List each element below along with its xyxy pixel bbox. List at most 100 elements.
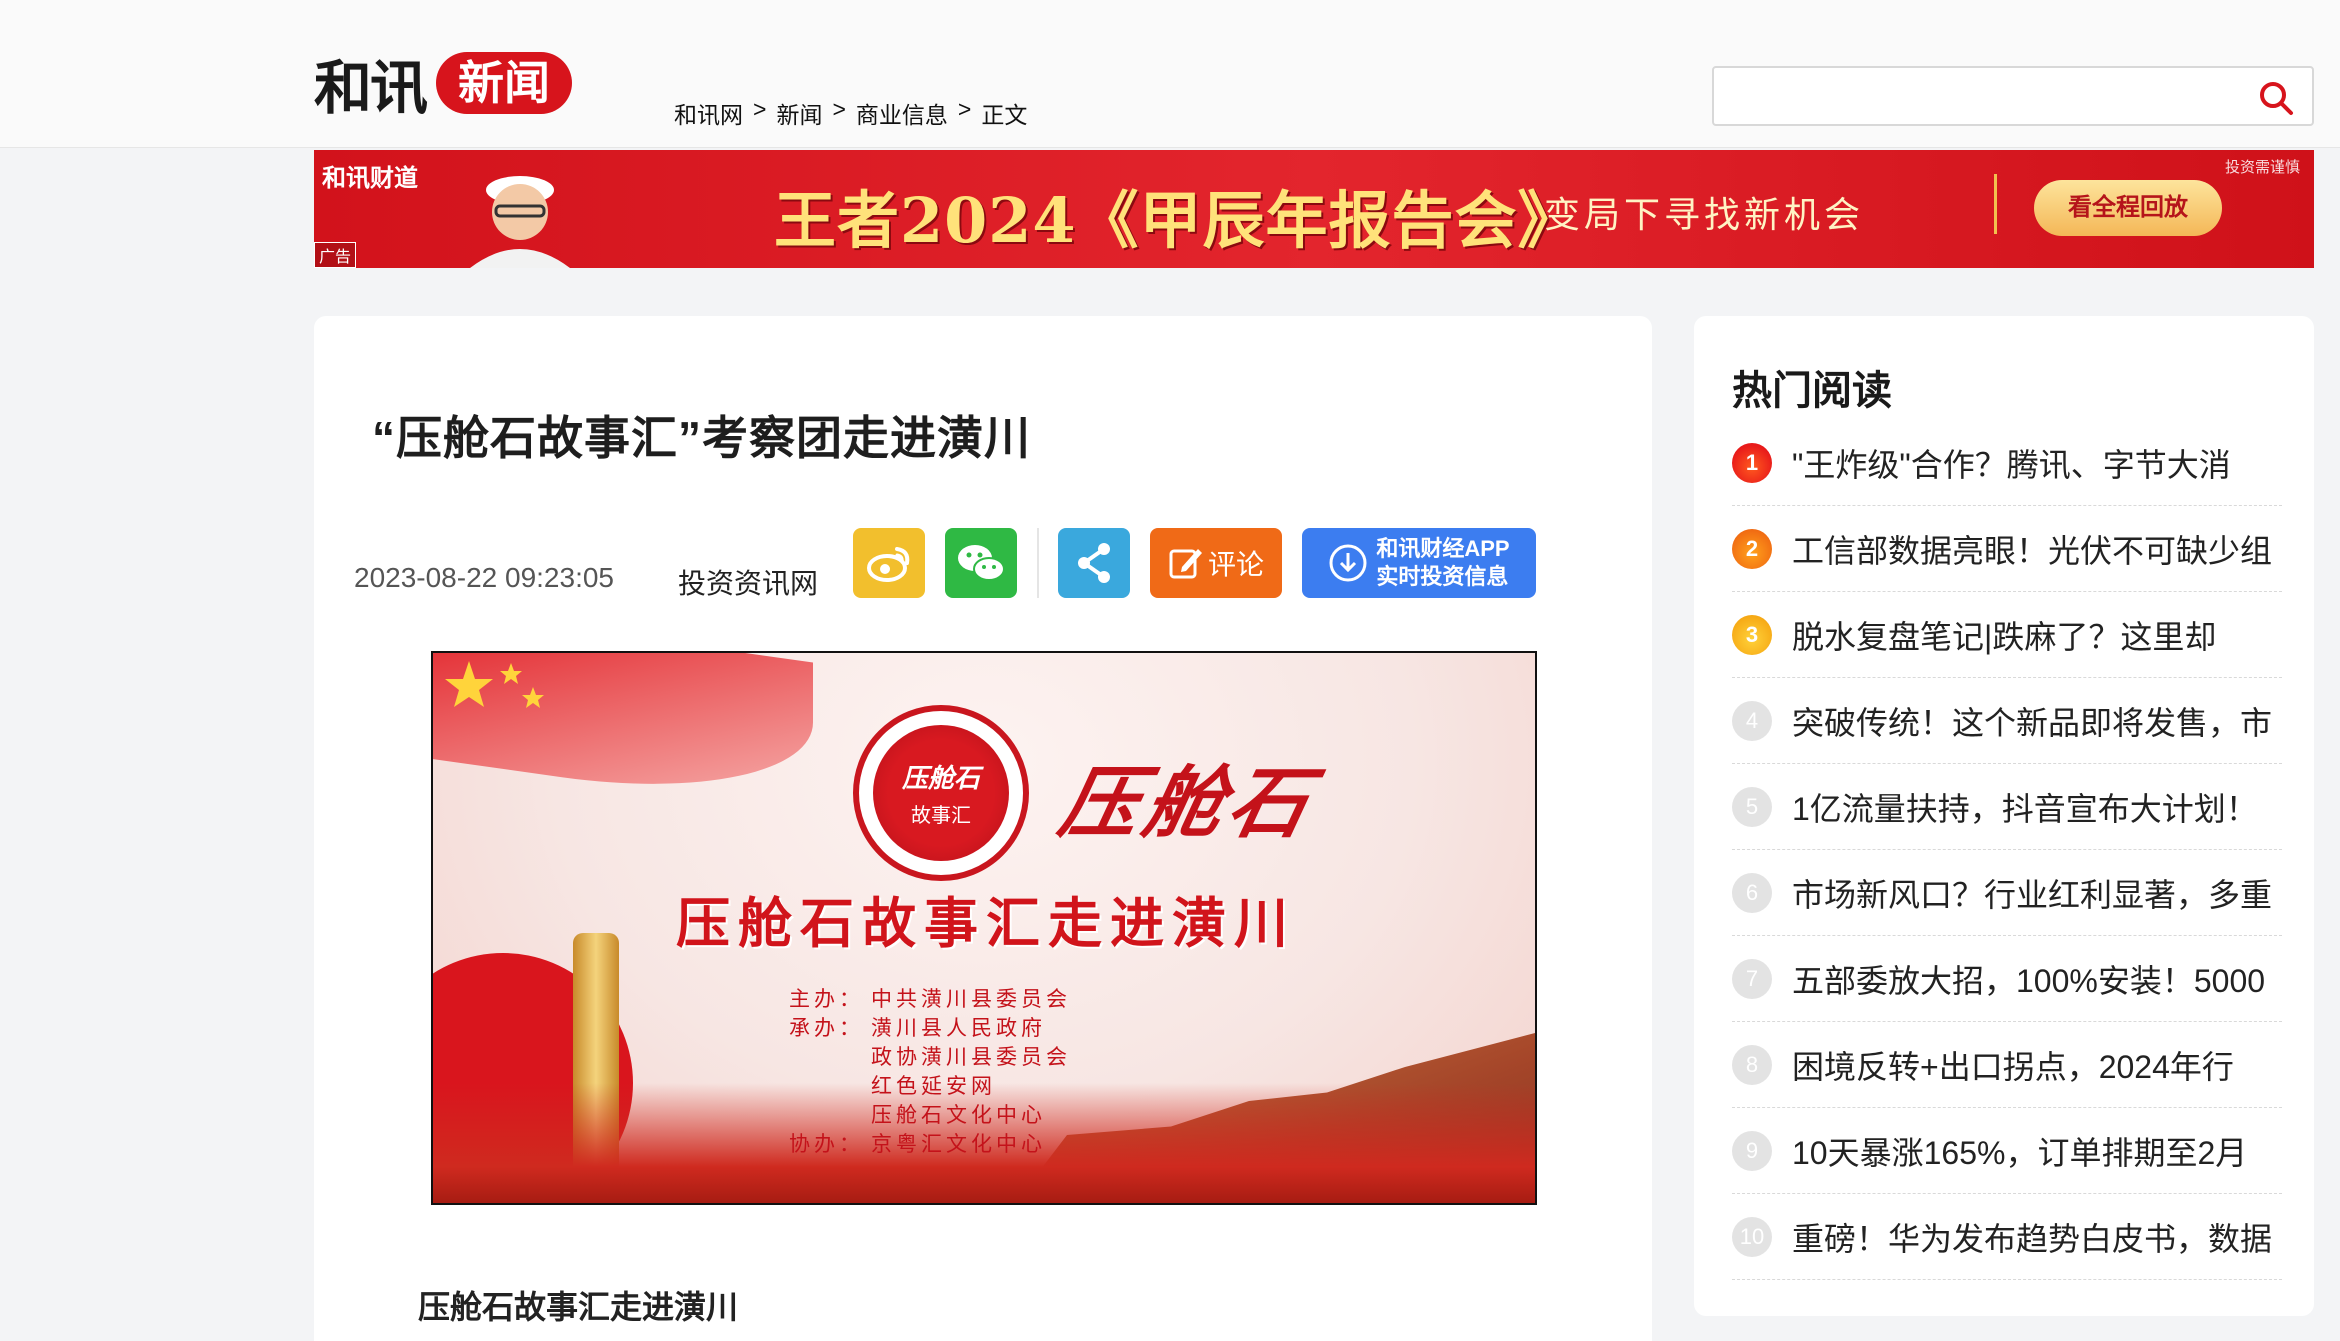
credit-value: 潢川县人民政府	[871, 1016, 1046, 1040]
hot-reading-title: 热门阅读	[1732, 369, 1892, 413]
hot-item[interactable]: 9 10天暴涨165%，订单排期至2月	[1732, 1108, 2282, 1194]
seal-top-text: 压舱石	[901, 764, 980, 794]
site-logo[interactable]: 和讯 新闻	[314, 50, 573, 122]
rank-badge: 9	[1732, 1130, 1772, 1171]
breadcrumb-separator: >	[753, 96, 767, 122]
calligraphy-title: 压舱石	[1051, 758, 1324, 849]
hot-reading-panel: 热门阅读 1 "王炸级"合作？腾讯、字节大消 2 工信部数据亮眼！光伏不可缺少组 3…	[1694, 316, 2314, 1316]
hot-item[interactable]: 3 脱水复盘笔记|跌麻了？这里却	[1732, 592, 2282, 678]
app-line2: 实时投资信息	[1376, 564, 1509, 589]
share-icon	[1078, 543, 1110, 583]
hot-item[interactable]: 6 市场新风口？行业红利显著，多重	[1732, 850, 2282, 936]
banner-person-image	[470, 176, 570, 268]
hot-item[interactable]: 10 重磅！华为发布趋势白皮书，数据	[1732, 1194, 2282, 1280]
rank-badge: 7	[1732, 958, 1772, 999]
hot-item-title[interactable]: "王炸级"合作？腾讯、字节大消	[1792, 440, 2282, 486]
top-header: 和讯 新闻 和讯网 > 新闻 > 商业信息 > 正文	[0, 0, 2340, 148]
credit-key: 承办：	[789, 1016, 864, 1040]
credit-key	[789, 1043, 871, 1072]
hot-item-title[interactable]: 困境反转+出口拐点，2024年行	[1792, 1042, 2282, 1088]
hot-item-title[interactable]: 工信部数据亮眼！光伏不可缺少组	[1792, 526, 2282, 572]
credit-value: 京粤汇文化中心	[871, 1132, 1046, 1156]
hot-item-title[interactable]: 脱水复盘笔记|跌麻了？这里却	[1792, 612, 2282, 658]
hot-item-title[interactable]: 1亿流量扶持，抖音宣布大计划！	[1792, 784, 2282, 830]
credit-row: 压舱石文化中心	[789, 1101, 1071, 1130]
hot-item-title[interactable]: 10天暴涨165%，订单排期至2月	[1792, 1128, 2282, 1174]
rank-badge: 5	[1732, 786, 1772, 827]
banner-subtitle: 变局下寻找新机会	[1544, 194, 1865, 235]
breadcrumb-news[interactable]: 新闻	[776, 96, 822, 130]
image-credits: 主办： 中共潢川县委员会 承办： 潢川县人民政府 政协潢川县委员会 红色延安网 压舱…	[789, 985, 1071, 1159]
rank-badge: 1	[1732, 442, 1772, 483]
rank-badge: 10	[1732, 1216, 1772, 1257]
hot-item[interactable]: 5 1亿流量扶持，抖音宣布大计划！	[1732, 764, 2282, 850]
hot-item-title[interactable]: 市场新风口？行业红利显著，多重	[1792, 870, 2282, 916]
app-line1: 和讯财经APP	[1376, 536, 1510, 561]
share-wechat-button[interactable]	[945, 528, 1017, 598]
hot-item-title[interactable]: 重磅！华为发布趋势白皮书，数据	[1792, 1214, 2282, 1260]
credit-value: 政协潢川县委员会	[871, 1045, 1071, 1069]
banner-divider	[1994, 174, 1997, 234]
article-source[interactable]: 投资资讯网	[678, 562, 818, 602]
wechat-icon	[958, 545, 1005, 581]
search-box	[1712, 66, 2314, 126]
weibo-icon	[867, 547, 910, 582]
banner-title: 王者2024《甲辰年报告会》	[774, 184, 1581, 257]
comment-button[interactable]: 评论	[1150, 528, 1282, 598]
credit-value: 红色延安网	[871, 1074, 996, 1098]
rank-badge: 6	[1732, 872, 1772, 913]
share-divider	[1037, 528, 1039, 598]
image-headline: 压舱石故事汇走进潢川	[676, 892, 1296, 955]
ad-banner[interactable]: 和讯财道 广告 王者2024《甲辰年报告会》 变局下寻找新机会 看全程回放 投资…	[314, 150, 2314, 268]
rank-badge: 3	[1732, 614, 1772, 655]
search-icon[interactable]	[2258, 80, 2294, 116]
hot-item[interactable]: 2 工信部数据亮眼！光伏不可缺少组	[1732, 506, 2282, 592]
breadcrumb-separator: >	[957, 96, 972, 122]
publish-date: 2023-08-22 09:23:05	[354, 562, 614, 593]
breadcrumb-hexun[interactable]: 和讯网	[674, 96, 743, 130]
app-download-button[interactable]: 和讯财经APP 实时投资信息	[1302, 528, 1536, 598]
credit-row: 主办： 中共潢川县委员会	[789, 985, 1071, 1014]
credit-key: 协办：	[789, 1132, 864, 1156]
search-input[interactable]	[1714, 68, 2254, 124]
breadcrumb: 和讯网 > 新闻 > 商业信息 > 正文	[674, 96, 1027, 130]
article-card: “压舱石故事汇”考察团走进潢川 2023-08-22 09:23:05 投资资讯…	[314, 316, 1652, 1341]
article-subheading: 压舱石故事汇走进潢川	[418, 1289, 739, 1325]
credit-row: 政协潢川县委员会	[789, 1043, 1071, 1072]
banner-note: 投资需谨慎	[2224, 159, 2300, 176]
ad-label: 广告	[314, 242, 357, 268]
star-icon	[445, 661, 544, 708]
credit-key	[789, 1072, 871, 1101]
credit-row: 协办： 京粤汇文化中心	[789, 1130, 1071, 1159]
credit-row: 承办： 潢川县人民政府	[789, 1014, 1071, 1043]
story-seal-logo: 压舱石 故事汇	[853, 705, 1029, 881]
credit-value: 压舱石文化中心	[871, 1103, 1046, 1127]
hot-item-title[interactable]: 突破传统！这个新品即将发售，市	[1792, 698, 2282, 744]
share-weibo-button[interactable]	[853, 528, 925, 598]
credit-key: 主办：	[789, 987, 864, 1011]
hot-item[interactable]: 7 五部委放大招，100%安装！5000	[1732, 936, 2282, 1022]
hot-item[interactable]: 8 困境反转+出口拐点，2024年行	[1732, 1022, 2282, 1108]
share-button[interactable]	[1058, 528, 1130, 598]
credit-key	[789, 1101, 871, 1130]
replay-button[interactable]: 看全程回放	[2034, 180, 2222, 236]
breadcrumb-business[interactable]: 商业信息	[856, 96, 948, 130]
logo-news-badge: 新闻	[436, 52, 573, 114]
seal-bottom-text: 故事汇	[911, 803, 971, 827]
hot-item[interactable]: 1 "王炸级"合作？腾讯、字节大消	[1732, 420, 2282, 506]
article-title: “压舱石故事汇”考察团走进潢川	[372, 412, 1031, 464]
logo-hexun-text: 和讯	[314, 54, 428, 122]
rank-badge: 4	[1732, 700, 1772, 741]
rank-badge: 2	[1732, 528, 1772, 569]
article-image: 压舱石 故事汇 压舱石 压舱石故事汇走进潢川 主办： 中共潢川县委员会 承办： 潢川…	[431, 651, 1537, 1205]
breadcrumb-current: 正文	[981, 102, 1028, 128]
credit-row: 红色延安网	[789, 1072, 1071, 1101]
rank-badge: 8	[1732, 1044, 1772, 1085]
hot-item[interactable]: 4 突破传统！这个新品即将发售，市	[1732, 678, 2282, 764]
download-icon	[1329, 544, 1367, 582]
hot-reading-list: 1 "王炸级"合作？腾讯、字节大消 2 工信部数据亮眼！光伏不可缺少组 3 脱水复盘笔…	[1732, 420, 2282, 1280]
banner-brand: 和讯财道	[322, 165, 418, 192]
hot-item-title[interactable]: 五部委放大招，100%安装！5000	[1792, 956, 2282, 1002]
credit-value: 中共潢川县委员会	[871, 987, 1071, 1011]
edit-icon	[1169, 549, 1202, 579]
